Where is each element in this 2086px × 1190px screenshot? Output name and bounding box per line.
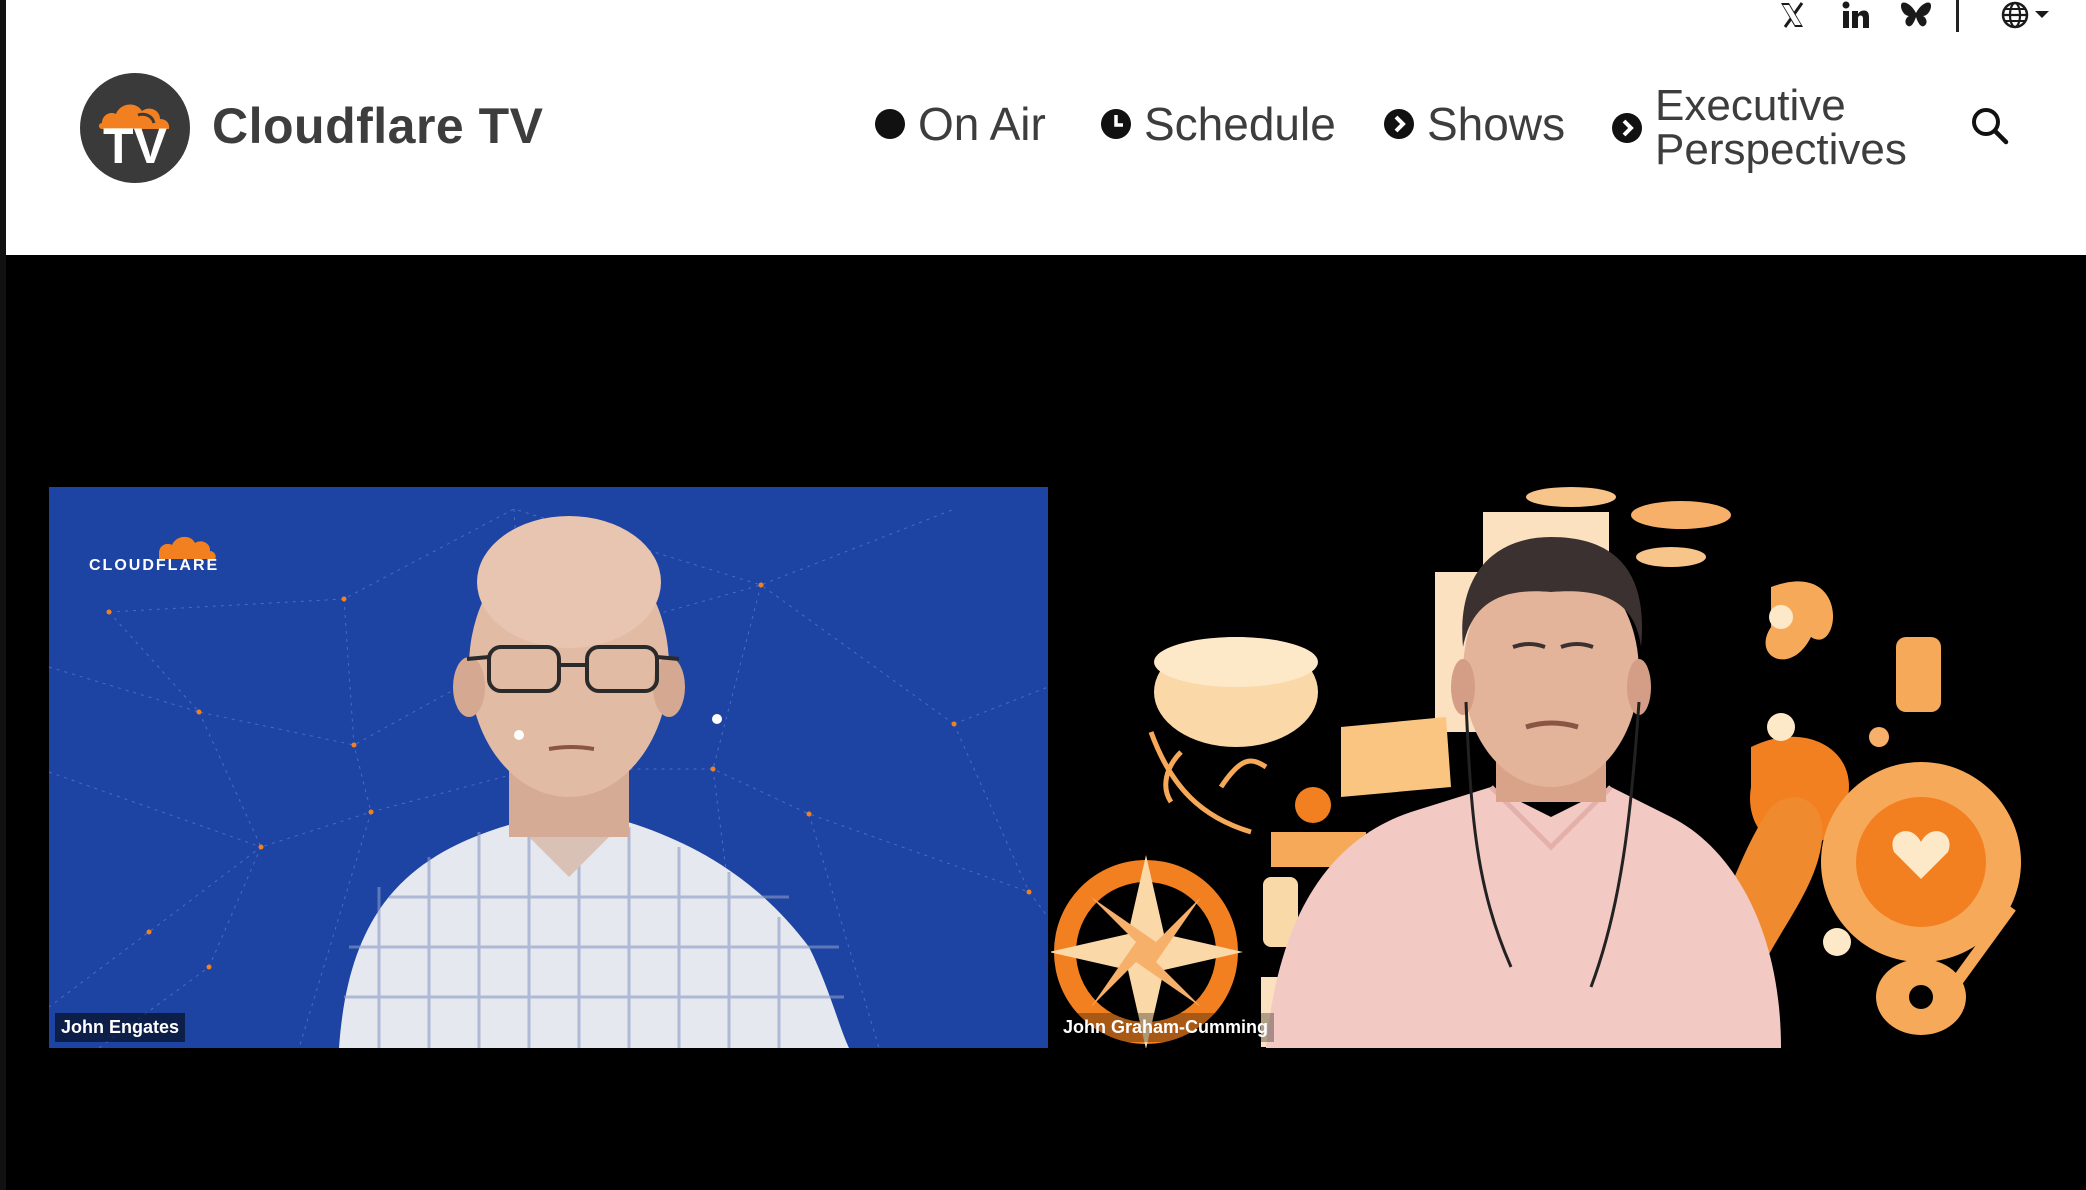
nav-schedule[interactable]: Schedule <box>1100 98 1336 150</box>
nav-executive-perspectives[interactable]: Executive Perspectives <box>1611 84 1907 172</box>
nav-label: Executive Perspectives <box>1655 84 1907 172</box>
logo-badge: TV <box>80 73 190 183</box>
participant-name-tag: John Graham-Cumming <box>1057 1013 1275 1042</box>
nav-label: On Air <box>918 98 1046 150</box>
globe-icon <box>2001 1 2029 29</box>
chevron-down-icon <box>2035 11 2049 18</box>
cloudflare-logo-text: CLOUDFLARE <box>89 557 220 574</box>
search-button[interactable] <box>1968 104 2012 148</box>
nav-on-air[interactable]: On Air <box>874 98 1046 150</box>
arrow-circle-icon <box>1384 109 1414 139</box>
participant-tile: John Graham-Cumming <box>1051 487 2049 1048</box>
nav-label-line2: Perspectives <box>1655 125 1907 174</box>
live-dot-icon <box>875 109 905 139</box>
clock-icon <box>1101 109 1131 139</box>
participant-tile: CLOUDFLARE John Engates <box>49 487 1048 1048</box>
nav-label: Schedule <box>1144 98 1336 150</box>
bluesky-icon[interactable] <box>1898 0 1934 30</box>
nav-label-line1: Executive <box>1655 81 1846 130</box>
logo-badge-text: TV <box>103 118 167 174</box>
participant-name-tag: John Engates <box>55 1013 186 1042</box>
site-header: TV Cloudflare TV On Air Schedule Shows E… <box>6 0 2086 255</box>
search-icon <box>1972 108 2009 145</box>
nav-label: Shows <box>1427 98 1566 150</box>
site-title: Cloudflare TV <box>212 98 544 154</box>
nav-shows[interactable]: Shows <box>1383 98 1566 150</box>
participant-video-left <box>339 516 849 1048</box>
language-selector[interactable] <box>1992 0 2058 30</box>
arrow-circle-icon <box>1612 113 1642 143</box>
illustrated-background <box>1051 487 2021 1048</box>
x-icon[interactable] <box>1774 0 1810 30</box>
social-divider <box>1956 0 1959 32</box>
linkedin-icon[interactable] <box>1838 0 1874 30</box>
